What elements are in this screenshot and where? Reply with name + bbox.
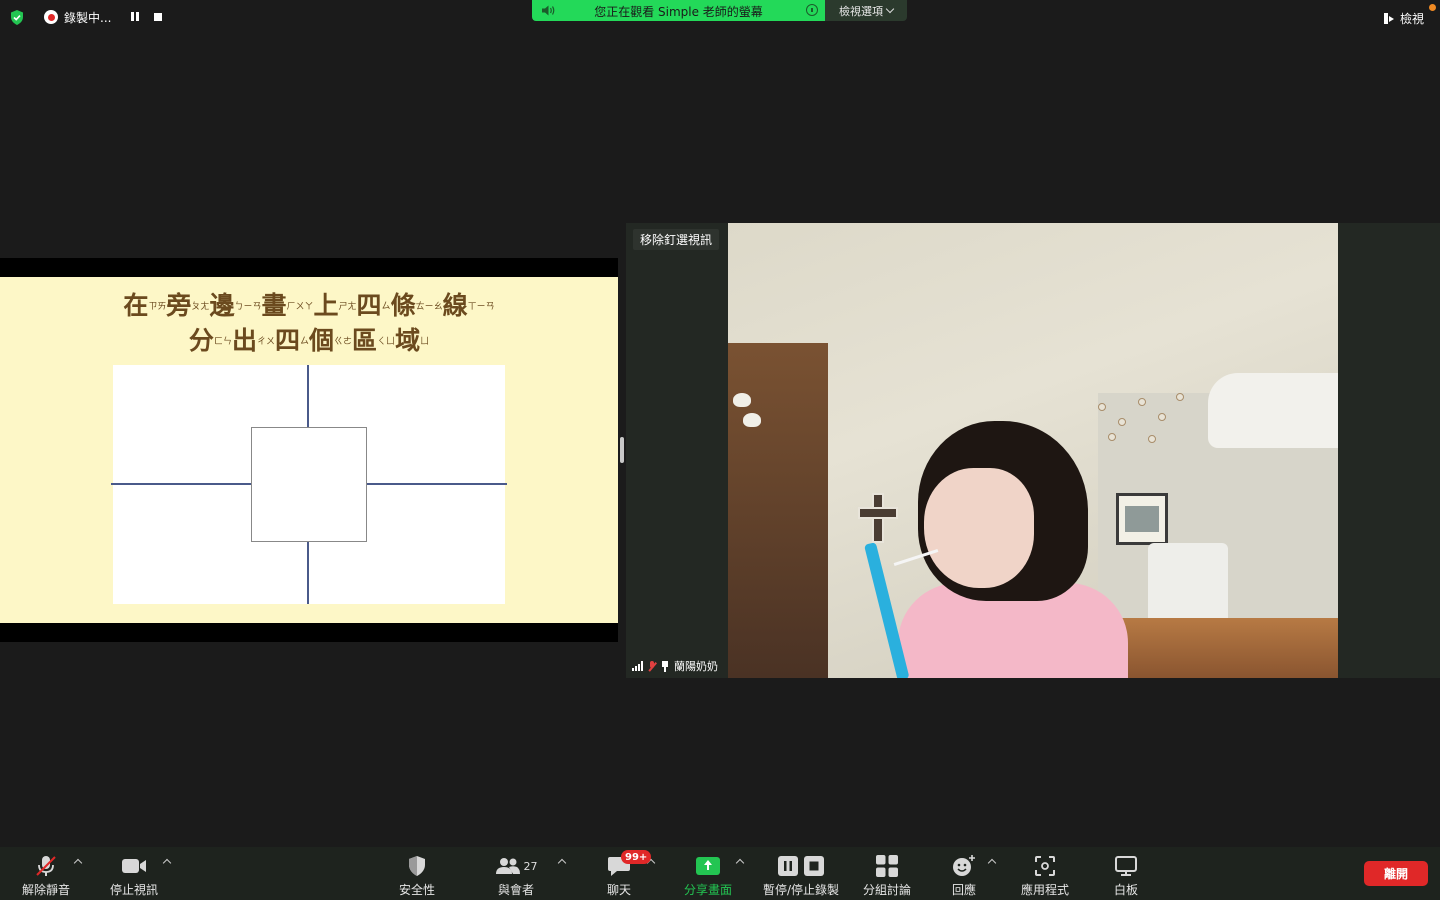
share-screen-button[interactable]: 分享畫面 — [680, 847, 736, 900]
title-zhuyin: ㄊㄧㄠ — [415, 302, 443, 312]
notification-dot — [1429, 4, 1436, 11]
title-char: 域 — [395, 326, 421, 355]
title-zhuyin: ㄙ — [381, 302, 391, 312]
title-char: 四 — [274, 326, 300, 355]
participant-name-tag: 蘭陽奶奶 — [626, 655, 724, 677]
participants-icon: 27 — [492, 853, 540, 879]
view-label: 檢視 — [1399, 12, 1424, 26]
title-char: 個 — [309, 326, 335, 355]
emoji-plus-icon — [950, 853, 978, 879]
recording-indicator: 錄製中... — [44, 9, 111, 25]
drawing-canvas — [111, 365, 507, 604]
slide-title-line-2: 分ㄈㄣ出ㄔㄨ四ㄙ個ㄍㄜ區ㄑㄩ域ㄩ — [0, 324, 618, 359]
title-char: 旁 — [166, 291, 192, 320]
line-top — [307, 365, 309, 427]
recording-label: 錄製中... — [64, 10, 112, 25]
title-zhuyin: ㄑㄩ — [377, 337, 396, 347]
share-screen-icon — [694, 853, 722, 879]
security-shield-icon[interactable] — [10, 10, 24, 25]
share-options-caret[interactable] — [735, 858, 745, 868]
title-zhuyin: ㄒㄧㄢ — [467, 302, 495, 312]
view-layout-icon — [1383, 13, 1395, 24]
reactions-button[interactable]: 回應 — [948, 847, 980, 900]
line-right — [367, 483, 507, 485]
title-char: 分 — [188, 326, 214, 355]
audio-options-caret[interactable] — [73, 858, 83, 868]
slide: 在ㄗㄞ旁ㄆㄤ邊ㄅㄧㄢ畫ㄏㄨㄚ上ㄕㄤ四ㄙ條ㄊㄧㄠ線ㄒㄧㄢ 分ㄈㄣ出ㄔㄨ四ㄙ個ㄍㄜ區… — [0, 277, 618, 623]
view-options-button[interactable]: 檢視選項 — [825, 0, 907, 21]
center-square — [251, 427, 367, 542]
chat-unread-badge: 99+ — [621, 850, 652, 864]
video-camera-icon — [120, 853, 148, 879]
breakout-rooms-icon — [873, 853, 901, 879]
shared-screen: 在ㄗㄞ旁ㄆㄤ邊ㄅㄧㄢ畫ㄏㄨㄚ上ㄕㄤ四ㄙ條ㄊㄧㄠ線ㄒㄧㄢ 分ㄈㄣ出ㄔㄨ四ㄙ個ㄍㄜ區… — [0, 258, 618, 642]
title-zhuyin: ㄔㄨ — [256, 337, 275, 347]
video-options-caret[interactable] — [162, 858, 172, 868]
meeting-toolbar: 解除靜音 停止視訊 安全性 27 與會者 聊天 分享畫面 暫停/停止錄製 分組討… — [0, 847, 1440, 900]
title-zhuyin: ㄈㄣ — [213, 337, 232, 347]
split-view-handle[interactable] — [620, 437, 624, 463]
line-bottom — [307, 542, 309, 604]
whiteboard-button[interactable]: 白板 — [1110, 847, 1142, 900]
participant-video — [728, 223, 1338, 678]
title-char: 四 — [356, 291, 382, 320]
signal-strength-icon — [632, 661, 643, 671]
participants-options-caret[interactable] — [557, 858, 567, 868]
participant-name: 蘭陽奶奶 — [674, 660, 718, 673]
record-dot-icon — [44, 10, 58, 24]
pause-stop-icon — [775, 853, 827, 879]
leave-button[interactable]: 離開 — [1364, 861, 1428, 886]
view-button[interactable]: 檢視 — [1383, 10, 1424, 27]
title-zhuyin: ㄕㄤ — [338, 302, 357, 312]
breakout-rooms-button[interactable]: 分組討論 — [861, 847, 913, 900]
pause-recording-icon[interactable] — [131, 12, 140, 22]
security-button[interactable]: 安全性 — [395, 847, 439, 900]
whiteboard-icon — [1112, 853, 1140, 879]
shield-icon — [403, 853, 431, 879]
share-banner-status: 您正在觀看 Simple 老師的螢幕 — [532, 0, 825, 21]
apps-button[interactable]: 應用程式 — [1018, 847, 1072, 900]
screen-share-banner: 您正在觀看 Simple 老師的螢幕 檢視選項 — [532, 0, 907, 21]
meeting-window: 錄製中... 您正在觀看 Simple 老師的螢幕 檢視選項 檢視 在ㄗㄞ旁ㄆㄤ… — [0, 0, 1440, 900]
participants-button[interactable]: 27 與會者 — [492, 847, 540, 900]
title-char: 畫 — [261, 291, 287, 320]
stop-video-button[interactable]: 停止視訊 — [106, 847, 162, 900]
unmute-button[interactable]: 解除靜音 — [18, 847, 74, 900]
mic-muted-icon — [32, 853, 60, 879]
title-char: 區 — [352, 326, 378, 355]
apps-icon — [1031, 853, 1059, 879]
title-zhuyin: ㄆㄤ — [191, 302, 210, 312]
share-banner-text: 您正在觀看 Simple 老師的螢幕 — [594, 5, 763, 19]
view-options-label: 檢視選項 — [839, 4, 883, 18]
title-zhuyin: ㄗㄞ — [148, 302, 167, 312]
title-char: 出 — [231, 326, 257, 355]
title-zhuyin: ㄏㄨㄚ — [286, 302, 314, 312]
pause-stop-recording-button[interactable]: 暫停/停止錄製 — [760, 847, 842, 900]
title-zhuyin: ㄅㄧㄢ — [234, 302, 262, 312]
line-left — [111, 483, 251, 485]
info-icon[interactable] — [806, 4, 818, 16]
slide-title-line-1: 在ㄗㄞ旁ㄆㄤ邊ㄅㄧㄢ畫ㄏㄨㄚ上ㄕㄤ四ㄙ條ㄊㄧㄠ線ㄒㄧㄢ — [0, 289, 618, 324]
unpin-video-button[interactable]: 移除釘選視訊 — [633, 229, 720, 250]
title-char: 邊 — [209, 291, 235, 320]
title-char: 在 — [123, 291, 149, 320]
mic-muted-icon — [648, 660, 656, 672]
reactions-options-caret[interactable] — [987, 858, 997, 868]
pinned-video-panel: 移除釘選視訊 蘭陽奶奶 — [626, 223, 1440, 678]
title-zhuyin: ㄙ — [299, 337, 309, 347]
stop-recording-icon[interactable] — [154, 13, 162, 21]
title-zhuyin: ㄍㄜ — [334, 337, 353, 347]
pin-icon — [661, 660, 669, 672]
title-char: 條 — [390, 291, 416, 320]
title-zhuyin: ㄩ — [420, 337, 430, 347]
top-bar: 錄製中... 您正在觀看 Simple 老師的螢幕 檢視選項 檢視 — [0, 0, 1440, 34]
title-char: 線 — [442, 291, 468, 320]
slide-title: 在ㄗㄞ旁ㄆㄤ邊ㄅㄧㄢ畫ㄏㄨㄚ上ㄕㄤ四ㄙ條ㄊㄧㄠ線ㄒㄧㄢ 分ㄈㄣ出ㄔㄨ四ㄙ個ㄍㄜ區… — [0, 289, 618, 359]
title-char: 上 — [313, 291, 339, 320]
chevron-down-icon — [885, 4, 895, 14]
participants-count: 27 — [523, 859, 538, 873]
